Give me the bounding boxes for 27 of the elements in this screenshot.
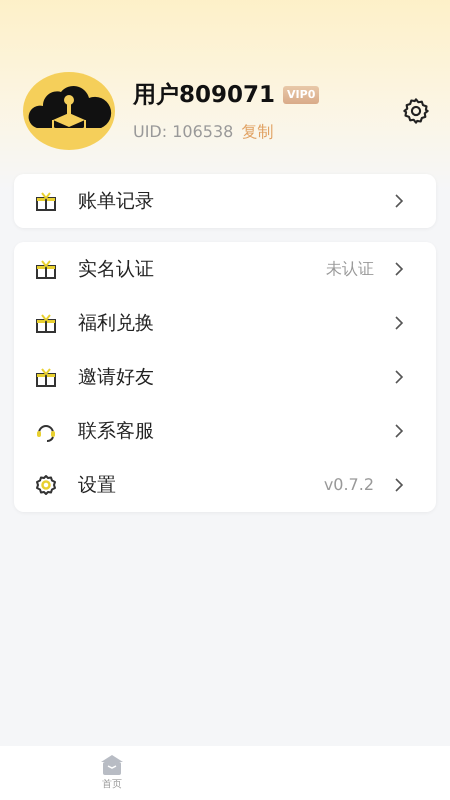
chevron-icon <box>394 193 404 209</box>
settings-icon[interactable] <box>402 97 430 125</box>
home-icon <box>100 754 124 776</box>
chevron-icon <box>394 477 404 493</box>
chevron-icon <box>394 261 404 277</box>
menu-value: v0.7.2 <box>324 474 374 496</box>
chevron-icon <box>394 369 404 385</box>
menu-item[interactable]: 账单记录 <box>14 174 436 228</box>
avatar-icon <box>23 72 115 150</box>
menu-item[interactable]: 实名认证 未认证 <box>14 242 436 296</box>
menu-item[interactable]: 福利兑换 <box>14 296 436 350</box>
menu-label: 设置 <box>78 472 116 498</box>
settings-icon <box>34 473 58 497</box>
menu-value: 未认证 <box>326 258 374 280</box>
chevron-icon <box>394 423 404 439</box>
username: 用户809071 <box>133 80 276 110</box>
menu-label: 实名认证 <box>78 256 154 282</box>
menu-label: 联系客服 <box>78 418 154 444</box>
menu-label: 福利兑换 <box>78 310 154 336</box>
menu-label: 邀请好友 <box>78 364 154 390</box>
menu-item[interactable]: 邀请好友 <box>14 350 436 404</box>
vip-badge: VIP0 <box>283 86 320 104</box>
menu-item[interactable]: 设置 v0.7.2 <box>14 458 436 512</box>
uid-label: UID: 106538 <box>133 121 234 144</box>
menu-item[interactable]: 联系客服 <box>14 404 436 458</box>
menu-label: 账单记录 <box>78 188 154 214</box>
chevron-icon <box>394 315 404 331</box>
